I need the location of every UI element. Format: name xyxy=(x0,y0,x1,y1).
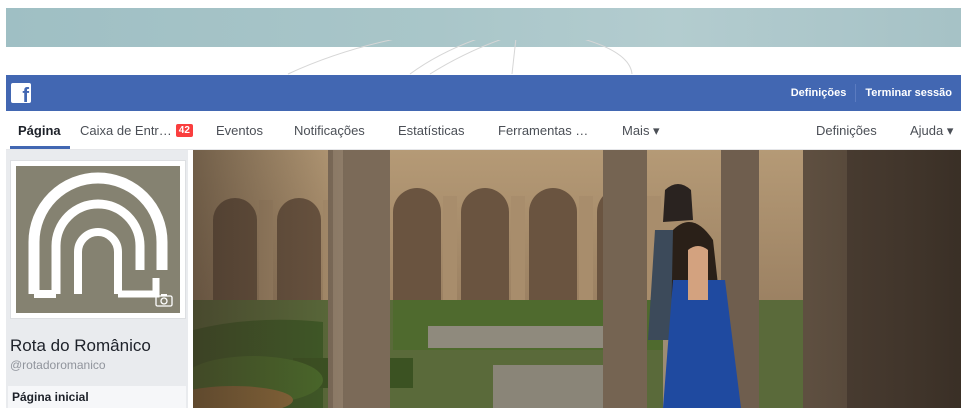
profile-picture-frame[interactable] xyxy=(10,160,186,319)
tab-publishing-tools-label: Ferramentas … xyxy=(498,123,589,138)
page-settings-link[interactable]: Definições xyxy=(816,111,877,150)
page-name[interactable]: Rota do Românico xyxy=(10,336,151,356)
tab-events[interactable]: Eventos xyxy=(216,111,263,150)
cover-photo[interactable] xyxy=(193,150,961,408)
tab-page[interactable]: Página xyxy=(18,111,61,150)
tab-insights[interactable]: Estatísticas xyxy=(398,111,464,150)
tab-more-label: Mais ▾ xyxy=(622,122,660,138)
decorative-lines xyxy=(287,40,633,75)
tab-insights-label: Estatísticas xyxy=(398,123,465,138)
tab-more[interactable]: Mais ▾ xyxy=(622,111,660,150)
page-settings-label: Definições xyxy=(816,123,877,138)
tab-inbox-label: Caixa de Entr… xyxy=(80,123,172,138)
facebook-logo-icon[interactable]: f xyxy=(11,83,31,103)
logout-link[interactable]: Terminar sessão xyxy=(856,87,961,99)
facebook-logo-letter: f xyxy=(22,85,29,103)
help-menu-label: Ajuda ▾ xyxy=(910,122,954,138)
screenshot-stage: f Definições Terminar sessão Página Caix… xyxy=(0,0,961,408)
settings-link[interactable]: Definições xyxy=(782,87,856,99)
cloister-photo-icon xyxy=(193,150,961,408)
facebook-top-bar: f Definições Terminar sessão xyxy=(6,75,961,111)
tab-publishing-tools[interactable]: Ferramentas … xyxy=(498,111,588,150)
sidebar-item-home-label: Página inicial xyxy=(12,390,89,404)
tab-notifications-label: Notificações xyxy=(294,123,365,138)
tab-notifications[interactable]: Notificações xyxy=(294,111,365,150)
sidebar-item-home[interactable]: Página inicial xyxy=(8,386,186,408)
page-nav: Página Caixa de Entr… 42 Eventos Notific… xyxy=(6,111,961,150)
help-menu[interactable]: Ajuda ▾ xyxy=(910,111,953,150)
rota-do-romanico-logo-icon xyxy=(16,166,180,313)
tab-events-label: Eventos xyxy=(216,123,263,138)
tab-inbox[interactable]: Caixa de Entr… 42 xyxy=(80,111,193,150)
profile-picture[interactable] xyxy=(16,166,180,313)
camera-icon[interactable] xyxy=(155,293,173,307)
active-tab-underline xyxy=(10,146,70,149)
left-column: Rota do Românico @rotadoromanico Página … xyxy=(6,150,188,408)
tab-page-label: Página xyxy=(18,123,61,138)
page-handle[interactable]: @rotadoromanico xyxy=(10,358,106,372)
top-bar-links: Definições Terminar sessão xyxy=(782,75,961,111)
inbox-count-badge: 42 xyxy=(175,124,193,137)
